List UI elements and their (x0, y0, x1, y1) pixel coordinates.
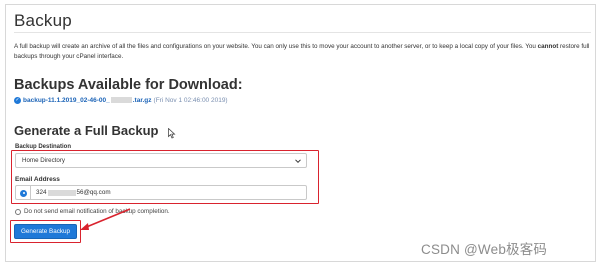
generate-backup-button[interactable]: Generate Backup (14, 224, 77, 239)
no-email-radio[interactable] (15, 208, 21, 215)
backups-available-heading: Backups Available for Download: (14, 77, 243, 93)
watermark: CSDN @Web极客码 (421, 242, 548, 257)
highlight-box-form (11, 150, 319, 204)
title-divider (14, 32, 591, 33)
description-part1: A full backup will create an archive of … (14, 43, 538, 50)
backup-link-suffix: .tar.gz (132, 97, 152, 104)
description-bold: cannot (537, 43, 559, 50)
page-title: Backup (14, 11, 72, 30)
backup-file-row: ✓ backup-11.1.2019_02-46-00_ .tar.gz (Fri… (14, 97, 228, 104)
backup-date: (Fri Nov 1 02:46:00 2019) (153, 97, 228, 104)
mouse-cursor-icon (168, 128, 176, 139)
generate-backup-heading: Generate a Full Backup (14, 123, 159, 138)
page-description: A full backup will create an archive of … (14, 42, 594, 61)
redacted-username (110, 97, 132, 104)
annotation-arrow-icon (80, 208, 131, 230)
backup-link-prefix: backup-11.1.2019_02-46-00_ (23, 97, 110, 104)
check-circle-icon: ✓ (14, 97, 21, 104)
backup-download-link[interactable]: backup-11.1.2019_02-46-00_ .tar.gz (23, 97, 152, 104)
